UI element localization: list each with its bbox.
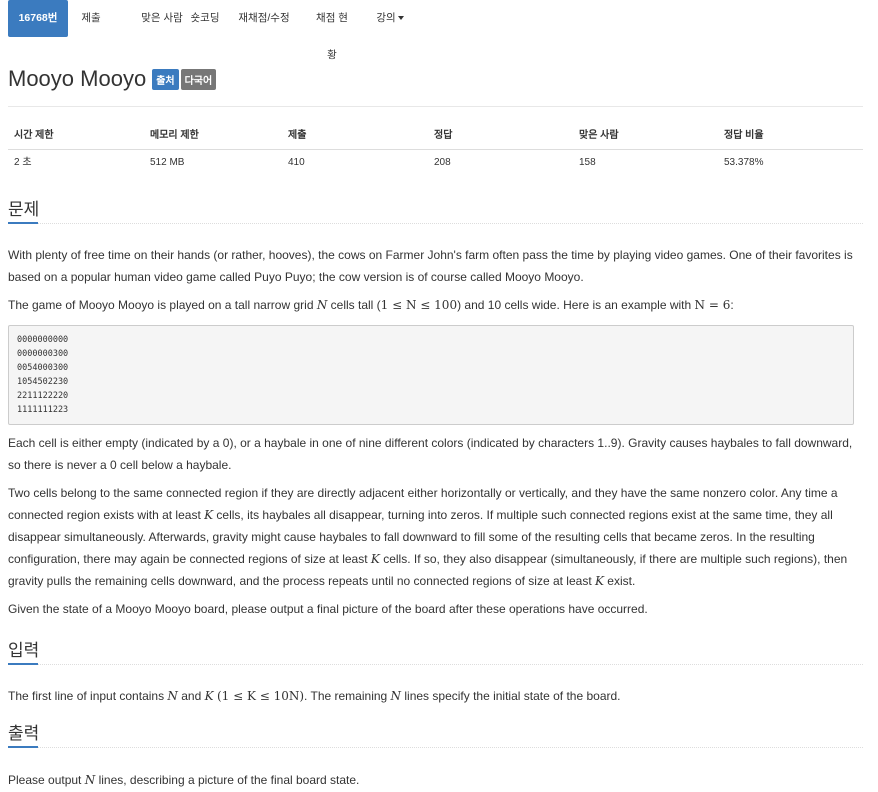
submissions-value: 410 bbox=[288, 157, 305, 168]
problem-nav: 16768번 제출 맞은 사람 숏코딩 재채점/수정 채점 현황 강의 bbox=[8, 0, 870, 61]
tab-rejudge[interactable]: 재채점/수정 bbox=[236, 0, 292, 37]
problem-section-header: 문제 bbox=[8, 198, 863, 226]
math-n: N bbox=[84, 773, 96, 787]
dotted-rule bbox=[8, 223, 863, 224]
math-k: K bbox=[370, 552, 380, 566]
section-underline bbox=[8, 663, 863, 667]
example-line: 2211122220 bbox=[17, 391, 69, 401]
memory-limit-value: 512 MB bbox=[150, 157, 185, 168]
text-run: . The remaining bbox=[304, 689, 391, 703]
problem-info-table: 시간 제한 메모리 제한 제출 정답 맞은 사람 정답 비율 2 초 512 M… bbox=[8, 123, 863, 176]
problem-header: Mooyo Mooyo 출처 다국어 bbox=[8, 66, 217, 96]
accent-bar bbox=[8, 746, 38, 748]
table-header: 맞은 사람 bbox=[579, 130, 619, 141]
section-title-input: 입력 bbox=[8, 641, 40, 660]
section-underline bbox=[8, 222, 863, 226]
text-run: The first line of input contains bbox=[8, 689, 168, 703]
multilang-label: 다국어 bbox=[180, 68, 217, 90]
section-title-problem: 문제 bbox=[8, 200, 40, 219]
example-line: 0054000300 bbox=[17, 363, 69, 373]
table-header: 제출 bbox=[288, 130, 307, 141]
input-description: The first line of input contains N and K… bbox=[8, 685, 863, 707]
example-line: 0000000300 bbox=[17, 349, 69, 359]
math-k: K bbox=[595, 574, 604, 588]
section-underline bbox=[8, 746, 863, 750]
example-grid-block: 0000000000 0000000300 0054000300 1054502… bbox=[8, 325, 854, 425]
tab-status[interactable]: 채점 현황 bbox=[312, 0, 352, 61]
output-paragraph: Please output N lines, describing a pict… bbox=[8, 769, 863, 791]
table-header-row: 시간 제한 메모리 제한 제출 정답 맞은 사람 정답 비율 bbox=[8, 123, 863, 150]
math-k: K bbox=[204, 508, 214, 522]
output-description: Please output N lines, describing a pict… bbox=[8, 769, 863, 791]
example-line: 1054502230 bbox=[17, 377, 69, 387]
accent-bar bbox=[8, 663, 38, 665]
text-run: : bbox=[730, 298, 734, 312]
math-k-range: (1 ≤ K ≤ 10N) bbox=[216, 689, 305, 703]
accept-ratio-value: 53.378% bbox=[724, 157, 764, 168]
statement-paragraph: Given the state of a Mooyo Mooyo board, … bbox=[8, 602, 648, 616]
text-run: cells tall ( bbox=[327, 298, 381, 312]
statement-paragraph: Each cell is either empty (indicated by … bbox=[8, 436, 853, 472]
input-paragraph: The first line of input contains N and K… bbox=[8, 685, 863, 707]
example-line: 0000000000 bbox=[17, 335, 69, 345]
math-n: N bbox=[390, 689, 402, 703]
tab-short-coding[interactable]: 숏코딩 bbox=[180, 0, 230, 37]
caret-down-icon bbox=[397, 16, 404, 21]
text-run: Please output bbox=[8, 773, 85, 787]
table-header: 정답 bbox=[434, 130, 453, 141]
problem-description: With plenty of free time on their hands … bbox=[8, 244, 863, 316]
text-run: ) and 10 cells wide. Here is an example … bbox=[457, 298, 695, 312]
table-header: 메모리 제한 bbox=[150, 130, 199, 141]
text-run: lines specify the initial state of the b… bbox=[401, 689, 621, 703]
time-limit-value: 2 초 bbox=[14, 157, 32, 168]
example-line: 1111111223 bbox=[17, 405, 69, 415]
dotted-rule bbox=[8, 664, 863, 665]
math-n-range: 1 ≤ N ≤ 100 bbox=[380, 298, 458, 312]
math-k: K bbox=[204, 689, 214, 703]
statement-paragraph: With plenty of free time on their hands … bbox=[8, 248, 853, 284]
math-n: N bbox=[316, 298, 328, 312]
tab-problem-number[interactable]: 16768번 bbox=[8, 0, 68, 37]
accepted-value: 208 bbox=[434, 157, 451, 168]
lectures-label: 강의 bbox=[376, 12, 396, 24]
text-run: and bbox=[177, 689, 205, 703]
table-header: 정답 비율 bbox=[724, 130, 764, 141]
problem-description-cont: Each cell is either empty (indicated by … bbox=[8, 432, 863, 620]
tab-lectures[interactable]: 강의 bbox=[372, 0, 408, 37]
accent-bar bbox=[8, 222, 38, 224]
text-run: lines, describing a picture of the final… bbox=[95, 773, 360, 787]
math-n: N bbox=[167, 689, 178, 703]
source-label[interactable]: 출처 bbox=[152, 68, 179, 90]
text-run: exist. bbox=[603, 574, 636, 588]
text-run: The game of Mooyo Mooyo is played on a t… bbox=[8, 298, 317, 312]
output-section-header: 출력 bbox=[8, 722, 863, 750]
table-header: 시간 제한 bbox=[14, 130, 54, 141]
tab-submit[interactable]: 제출 bbox=[76, 0, 106, 37]
input-section-header: 입력 bbox=[8, 639, 863, 667]
solved-users-value: 158 bbox=[579, 157, 596, 168]
title-divider bbox=[8, 106, 863, 107]
page-title: Mooyo Mooyo bbox=[8, 66, 147, 91]
section-title-output: 출력 bbox=[8, 724, 40, 743]
dotted-rule bbox=[8, 747, 863, 748]
table-row: 2 초 512 MB 410 208 158 53.378% bbox=[8, 150, 863, 176]
statement-paragraph: The game of Mooyo Mooyo is played on a t… bbox=[8, 294, 863, 316]
statement-paragraph: Two cells belong to the same connected r… bbox=[8, 482, 863, 592]
math-n-equals: N = 6 bbox=[694, 298, 731, 312]
